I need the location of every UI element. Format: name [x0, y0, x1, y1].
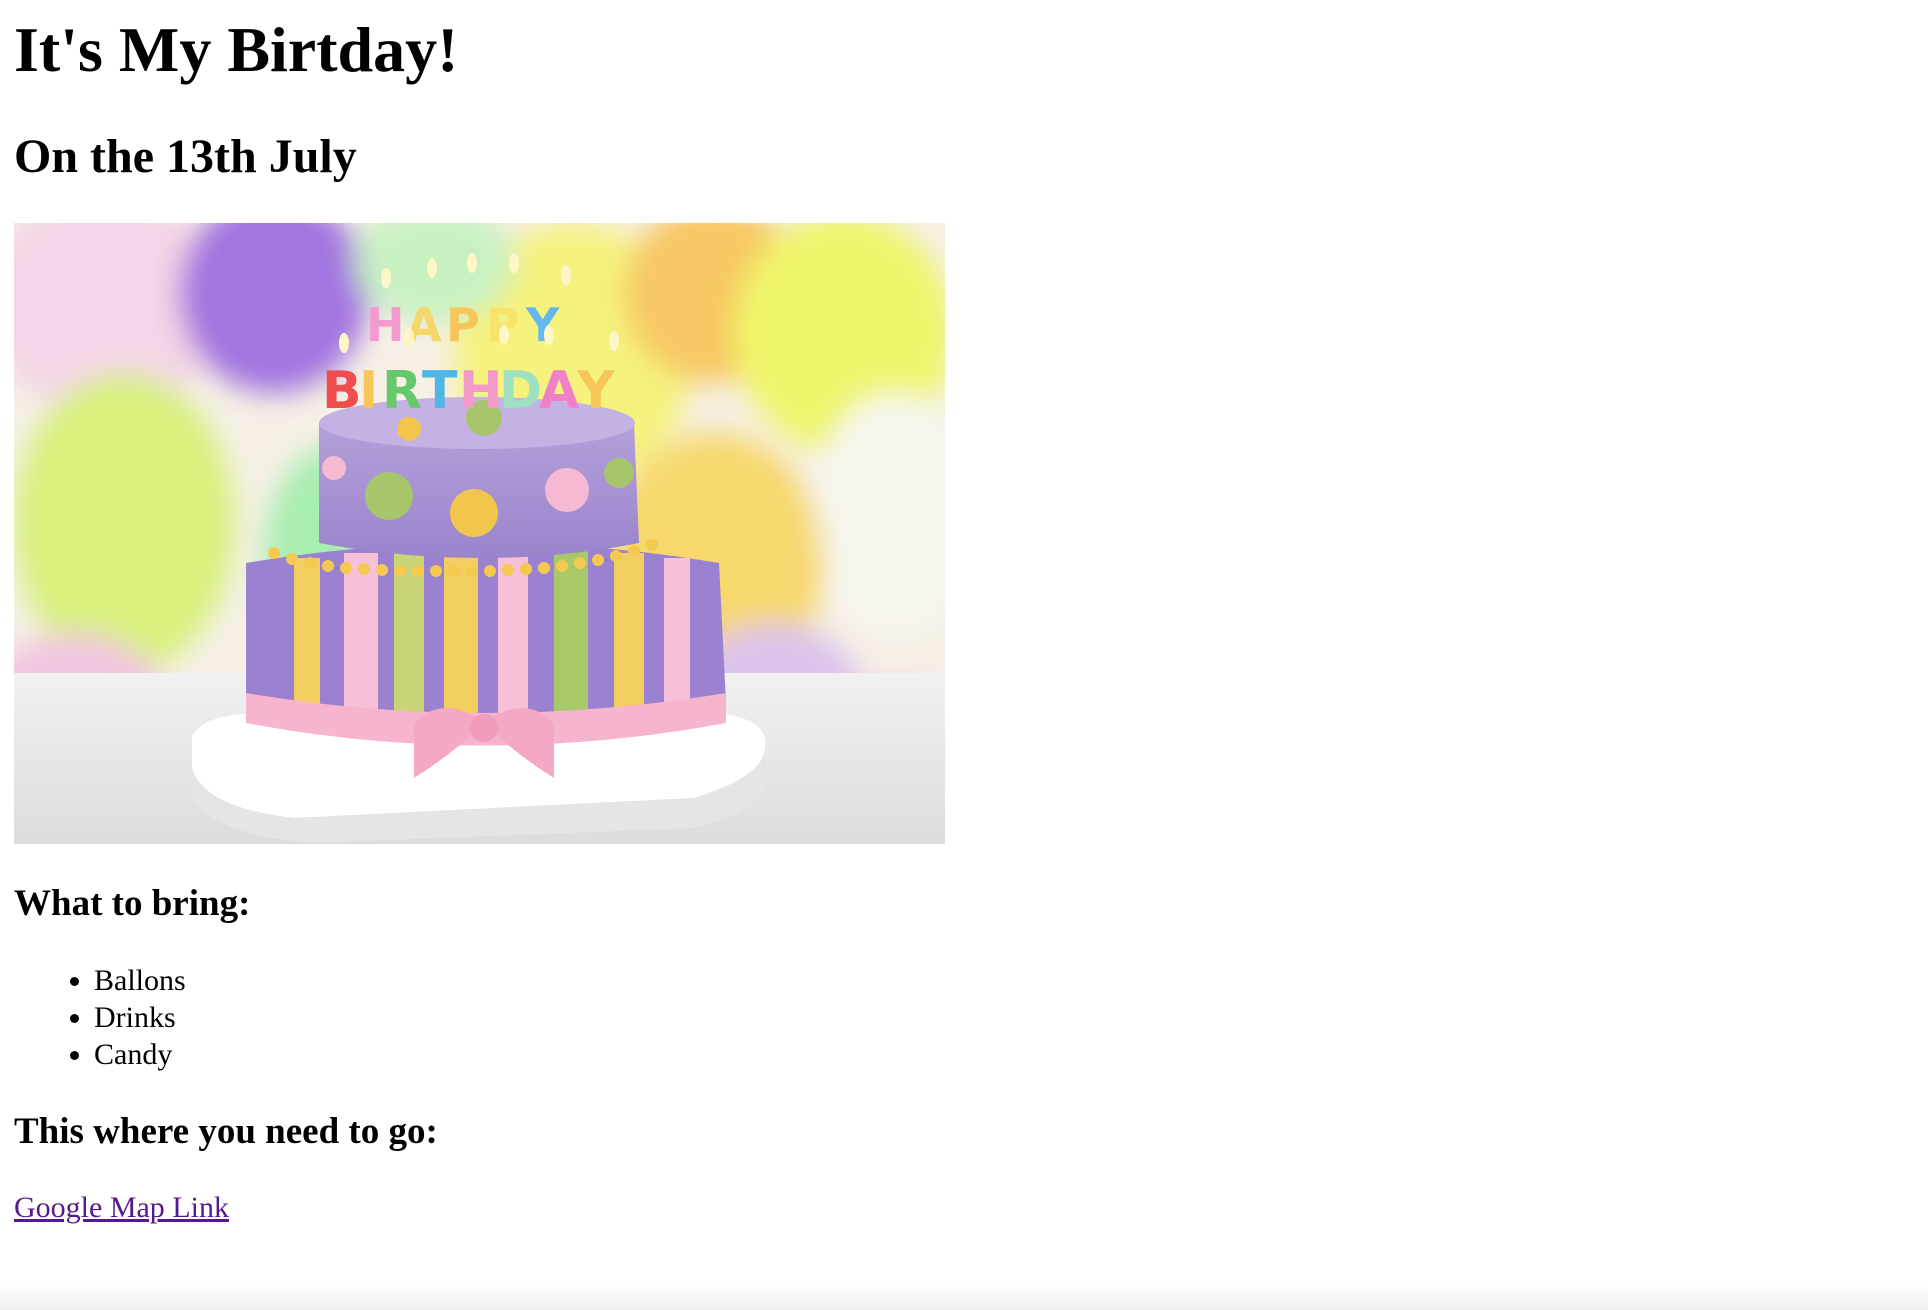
page-title: It's My Birtday!: [14, 14, 459, 85]
svg-text:H: H: [459, 361, 503, 421]
page-subtitle: On the 13th July: [14, 130, 357, 183]
svg-text:B: B: [322, 361, 362, 421]
bring-list: Ballons Drinks Candy: [14, 962, 186, 1073]
svg-text:I: I: [359, 361, 378, 421]
what-to-bring-heading: What to bring:: [14, 883, 251, 924]
svg-text:P: P: [446, 298, 480, 352]
svg-text:Y: Y: [525, 298, 560, 352]
svg-text:R: R: [382, 361, 422, 421]
list-item: Candy: [94, 1036, 186, 1073]
birthday-cake-image: H A P P Y B I R T H D A Y: [14, 223, 945, 844]
svg-text:D: D: [499, 361, 542, 421]
window-bottom-edge: [0, 1284, 1928, 1310]
list-item: Drinks: [94, 999, 186, 1036]
svg-text:A: A: [539, 361, 579, 421]
google-map-link[interactable]: Google Map Link: [14, 1189, 229, 1227]
svg-text:T: T: [422, 361, 458, 421]
svg-text:Y: Y: [576, 361, 616, 421]
directions-heading: This where you need to go:: [14, 1111, 438, 1152]
list-item: Ballons: [94, 962, 186, 999]
svg-text:H: H: [366, 298, 405, 352]
